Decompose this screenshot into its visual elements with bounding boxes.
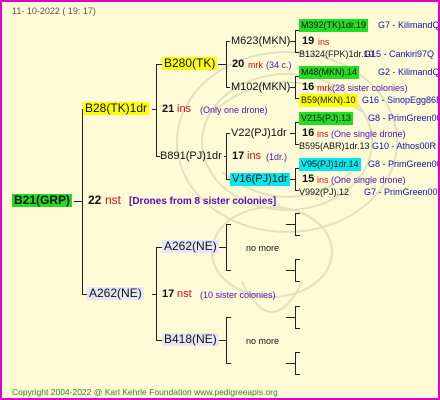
g4-line-3: G16 - SinopEgg86R bbox=[362, 95, 440, 105]
connector bbox=[295, 328, 300, 329]
connector bbox=[226, 317, 231, 318]
connector bbox=[295, 374, 300, 375]
g4-id-4[interactable]: V215(PJ).13 bbox=[299, 112, 354, 125]
sire-dam-unit: ins bbox=[247, 150, 262, 162]
connector bbox=[295, 281, 300, 282]
connector bbox=[226, 41, 230, 42]
dam-sire-id[interactable]: A262(NE) bbox=[162, 240, 219, 253]
dam-sire-no-more: no more bbox=[246, 243, 280, 253]
g4-id-7[interactable]: V992(PJ).12 bbox=[299, 186, 349, 199]
connector bbox=[152, 109, 156, 110]
sire-count: 21 bbox=[162, 103, 175, 115]
sire-dam-note: (1dr.) bbox=[266, 152, 288, 162]
g4-id-2[interactable]: M48(MKN).14 bbox=[299, 66, 360, 79]
g4-id-3[interactable]: B59(MKN).10 bbox=[299, 94, 358, 107]
connector bbox=[295, 352, 300, 353]
connector bbox=[295, 259, 296, 281]
connector bbox=[290, 179, 295, 180]
sire-note: (Only one drone) bbox=[200, 105, 268, 115]
connector bbox=[156, 64, 157, 156]
connector bbox=[295, 76, 296, 98]
sire-id[interactable]: B28(TK)1dr bbox=[83, 102, 150, 115]
root-mating-count: 22 bbox=[88, 193, 102, 207]
connector bbox=[152, 294, 156, 295]
connector bbox=[226, 363, 231, 364]
dam-note: (10 sister colonies) bbox=[200, 290, 276, 300]
connector bbox=[226, 41, 227, 87]
connector bbox=[226, 87, 230, 88]
sds-id[interactable]: V22(PJ)1dr bbox=[231, 127, 287, 140]
connector bbox=[295, 259, 300, 260]
g4-line-7: G7 - PrimGreen00 bbox=[364, 187, 438, 197]
connector bbox=[295, 213, 296, 235]
sss-count: 19 bbox=[302, 35, 315, 47]
connector bbox=[286, 317, 295, 318]
connector bbox=[295, 30, 296, 52]
g4-id-5[interactable]: B595(ABR)1dr.13 bbox=[299, 140, 370, 153]
sire-sire-unit: mrk bbox=[248, 60, 263, 70]
root-queen-id[interactable]: B21(GRP) bbox=[12, 194, 73, 207]
connector bbox=[295, 352, 296, 374]
dam-dam-id[interactable]: B418(NE) bbox=[162, 333, 219, 346]
connector bbox=[295, 235, 300, 236]
g4-id-6[interactable]: V95(PJ)1dr.14 bbox=[299, 158, 361, 171]
g4-id-1[interactable]: B1324(FPK)1dr.10 bbox=[299, 48, 374, 61]
connector bbox=[156, 247, 157, 340]
g4-id-0[interactable]: M392(TK)1dr.19 bbox=[299, 19, 369, 32]
connector bbox=[286, 270, 295, 271]
root-mating-note: [Drones from 8 sister colonies] bbox=[129, 196, 277, 207]
dam-unit: nst bbox=[177, 288, 192, 300]
dam-count: 17 bbox=[162, 288, 175, 300]
ssd-id[interactable]: M102(MKN) bbox=[231, 81, 290, 94]
report-date: 11- 10-2022 ( 19: 17) bbox=[12, 6, 96, 16]
connector bbox=[226, 133, 230, 134]
connector bbox=[295, 122, 296, 144]
sdd-count: 15 bbox=[302, 173, 315, 185]
sds-count: 16 bbox=[302, 127, 315, 139]
g4-line-2: G2 - KilimandQ bbox=[378, 67, 440, 77]
connector bbox=[218, 340, 226, 341]
g4-line-1: G15 - Cankiri97Q bbox=[364, 49, 435, 59]
connector bbox=[290, 133, 295, 134]
sdd-id[interactable]: V16(PJ)1dr bbox=[230, 173, 290, 186]
connector bbox=[295, 306, 300, 307]
pedigree-chart: 11- 10-2022 ( 19: 17) B21(GRP) 22 nst [D… bbox=[0, 0, 440, 400]
connector bbox=[82, 109, 83, 294]
sire-unit: ins bbox=[177, 103, 192, 115]
connector bbox=[290, 87, 295, 88]
connector bbox=[286, 224, 295, 225]
g4-line-6: G8 - PrimGreen00 bbox=[368, 159, 440, 169]
connector bbox=[226, 317, 227, 363]
connector bbox=[74, 201, 82, 202]
connector bbox=[226, 133, 227, 179]
connector bbox=[224, 156, 226, 157]
connector bbox=[295, 213, 300, 214]
sire-dam-id[interactable]: B891(PJ)1dr bbox=[160, 150, 222, 163]
connector bbox=[218, 64, 226, 65]
connector bbox=[226, 270, 231, 271]
sss-id[interactable]: M623(MKN) bbox=[231, 35, 290, 48]
connector bbox=[226, 224, 231, 225]
g4-line-5: G10 - Athos00R bbox=[372, 141, 437, 151]
sire-sire-note: (34 c.) bbox=[266, 60, 292, 70]
root-mating-unit: nst bbox=[105, 193, 122, 207]
sire-dam-count: 17 bbox=[232, 150, 245, 162]
copyright-footer: Copyright 2004-2022 @ Karl Kehrle Founda… bbox=[12, 387, 278, 397]
connector bbox=[295, 306, 296, 328]
connector bbox=[226, 224, 227, 270]
sire-sire-id[interactable]: B280(TK) bbox=[162, 57, 218, 70]
g4-line-0: G7 - KilimandQ bbox=[378, 20, 440, 30]
connector bbox=[295, 168, 296, 190]
dam-dam-no-more: no more bbox=[246, 336, 280, 346]
sire-sire-count: 20 bbox=[232, 58, 245, 70]
connector bbox=[218, 247, 226, 248]
ssd-count: 16 bbox=[302, 81, 315, 93]
dam-id[interactable]: A262(NE) bbox=[87, 287, 144, 300]
connector bbox=[290, 41, 295, 42]
g4-line-4: G8 - PrimGreen00 bbox=[368, 113, 440, 123]
connector bbox=[286, 363, 295, 364]
